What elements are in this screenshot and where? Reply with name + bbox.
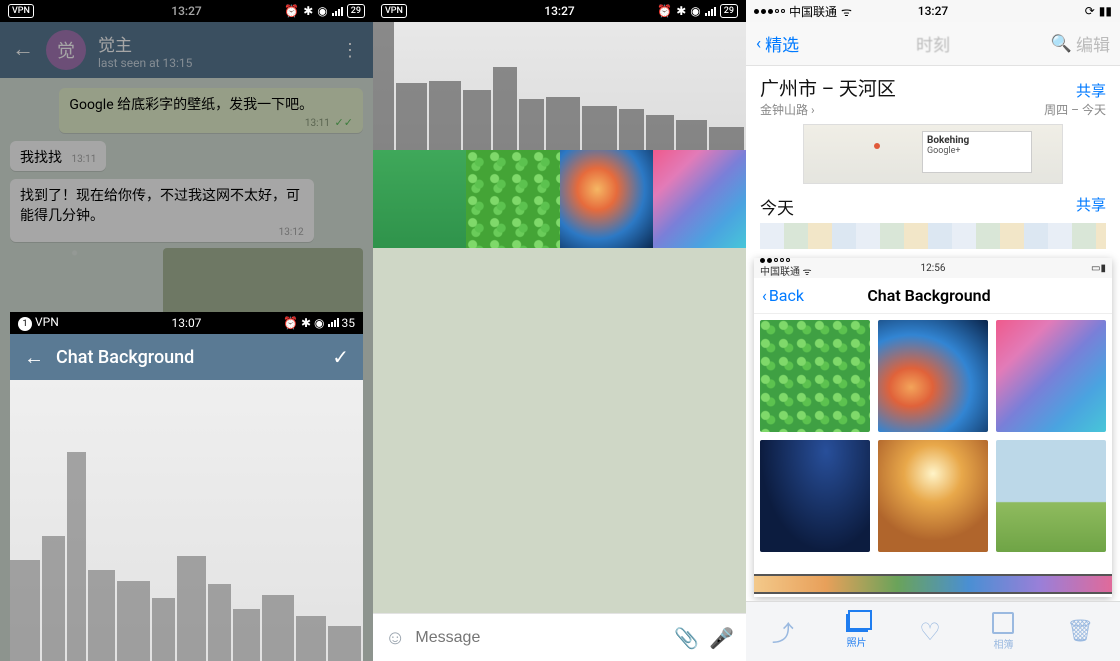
signal-icon bbox=[754, 9, 785, 14]
share-link[interactable]: 共享 bbox=[1044, 80, 1106, 101]
albums-icon bbox=[992, 612, 1014, 634]
confirm-icon[interactable]: ✓ bbox=[332, 345, 349, 369]
status-bar: VPN 13:27 ⏰ ✱ ◉ 29 bbox=[373, 0, 746, 22]
wifi-icon: ◉ bbox=[690, 4, 700, 18]
wallpaper-thumb-leaves[interactable] bbox=[466, 150, 559, 248]
message-input[interactable] bbox=[415, 629, 664, 647]
chat-empty-background bbox=[373, 248, 746, 613]
wallpaper-thumb-green[interactable] bbox=[373, 150, 466, 248]
moments-section-header: 广州市 – 天河区 金钟山路 › 共享 周四 – 今天 bbox=[746, 66, 1120, 124]
signal-icon bbox=[332, 6, 343, 16]
location-title: 广州市 – 天河区 bbox=[760, 74, 896, 101]
wallpaper-thumb-space[interactable] bbox=[878, 320, 988, 432]
emoji-icon[interactable]: ☺ bbox=[385, 625, 405, 650]
tab-albums[interactable]: 相簿 bbox=[992, 612, 1014, 651]
map-marker-icon bbox=[874, 143, 880, 149]
map-card-sub: Google+ bbox=[927, 146, 961, 156]
film-strip[interactable] bbox=[754, 574, 1112, 594]
battery-level: 29 bbox=[347, 4, 365, 18]
wallpaper-thumb-hills[interactable] bbox=[996, 440, 1106, 552]
wallpaper-thumb-autumn[interactable] bbox=[878, 440, 988, 552]
signal-icon bbox=[705, 6, 716, 16]
overlay-title: Chat Background bbox=[754, 286, 1104, 305]
tab-label: 照片 bbox=[847, 634, 867, 649]
bluetooth-icon: ✱ bbox=[676, 4, 686, 18]
back-icon[interactable]: ← bbox=[24, 345, 44, 370]
bottom-toolbar: ⤴︎ 照片 ♡ 相簿 🗑 bbox=[746, 601, 1120, 661]
wallpaper-thumb-leaves[interactable] bbox=[760, 320, 870, 432]
overlay-title: Chat Background bbox=[56, 347, 332, 368]
orientation-lock-icon: ⟳ bbox=[1085, 4, 1095, 18]
chat-background-overlay: 中国联通 ᯤ 12:56 ▭▮ ‹ Back Chat Background bbox=[754, 258, 1112, 597]
date-range: 周四 – 今天 bbox=[1044, 101, 1106, 118]
panel-wallpaper-grid: VPN 13:27 ⏰ ✱ ◉ 29 ☺ 📎 🎤 bbox=[373, 0, 746, 661]
status-bar: 中国联通 ᯤ 12:56 ▭▮ bbox=[754, 258, 1112, 278]
status-bar: 1 VPN 13:07 ⏰ ✱ ◉ 35 bbox=[10, 312, 363, 334]
location-subtitle: 金钟山路 bbox=[760, 103, 808, 117]
chat-background-overlay: 1 VPN 13:07 ⏰ ✱ ◉ 35 ← Chat Background ✓ bbox=[10, 312, 363, 661]
overlay-nav: ‹ Back Chat Background bbox=[754, 278, 1112, 314]
wallpaper-city[interactable] bbox=[373, 22, 746, 150]
message-input-bar: ☺ 📎 🎤 bbox=[373, 613, 746, 661]
alarm-icon: ⏰ bbox=[657, 4, 672, 18]
overlay-header: ← Chat Background ✓ bbox=[10, 334, 363, 380]
map-card: Bokehing Google+ bbox=[922, 131, 1032, 173]
panel-ios-photos: 中国联通 ᯤ 13:27 ⟳ ▮▮ ‹ 精选 时刻 🔍 编辑 广州市 – 天河区… bbox=[746, 0, 1120, 661]
wallpaper-thumb-poly[interactable] bbox=[653, 150, 746, 248]
wifi-icon: ᯤ bbox=[841, 3, 852, 20]
wallpaper-thumb-poly[interactable] bbox=[996, 320, 1106, 432]
trash-icon: 🗑 bbox=[1066, 619, 1094, 644]
alarm-icon: ⏰ bbox=[284, 4, 299, 18]
nav-bar: ‹ 精选 时刻 🔍 编辑 bbox=[746, 22, 1120, 66]
map-thumbnail[interactable]: Bokehing Google+ bbox=[803, 124, 1063, 184]
heart-icon: ♡ bbox=[919, 618, 941, 646]
wallpaper-preview[interactable] bbox=[10, 380, 363, 661]
tab-photos[interactable]: 照片 bbox=[846, 614, 868, 649]
photo-strip[interactable] bbox=[760, 223, 1106, 249]
map-card-title: Bokehing bbox=[927, 135, 969, 146]
wifi-icon: ◉ bbox=[317, 4, 327, 18]
status-bar: 中国联通 ᯤ 13:27 ⟳ ▮▮ bbox=[746, 0, 1120, 22]
wallpaper-thumb-space[interactable] bbox=[560, 150, 653, 248]
today-section-header: 今天 共享 bbox=[746, 184, 1120, 219]
vpn-badge: VPN bbox=[8, 4, 34, 18]
wallpaper-thumb-night[interactable] bbox=[760, 440, 870, 552]
share-button[interactable]: ⤴︎ bbox=[772, 616, 794, 648]
share-link[interactable]: 共享 bbox=[1076, 194, 1106, 219]
share-icon: ⤴︎ bbox=[772, 616, 794, 648]
wallpaper-grid bbox=[754, 314, 1112, 597]
battery-level: 29 bbox=[720, 4, 738, 18]
favorite-button[interactable]: ♡ bbox=[919, 618, 941, 646]
carrier-label: 中国联通 bbox=[789, 3, 837, 20]
wallpaper-row bbox=[373, 150, 746, 248]
today-label: 今天 bbox=[760, 194, 794, 219]
photos-icon bbox=[846, 614, 868, 632]
panel-telegram-chat: VPN 13:27 ⏰ ✱ ◉ 29 ← 觉 觉主 last seen at 1… bbox=[0, 0, 373, 661]
attach-icon[interactable]: 📎 bbox=[674, 626, 699, 650]
nav-title: 时刻 bbox=[746, 31, 1120, 56]
battery-icon: ▮▮ bbox=[1099, 4, 1112, 18]
status-time: 13:07 bbox=[10, 316, 363, 330]
vpn-badge: VPN bbox=[381, 4, 407, 18]
delete-button[interactable]: 🗑 bbox=[1066, 619, 1094, 644]
status-time: 12:56 bbox=[754, 263, 1112, 274]
bluetooth-icon: ✱ bbox=[303, 4, 313, 18]
chevron-right-icon: › bbox=[811, 103, 815, 117]
tab-label: 相簿 bbox=[993, 636, 1013, 651]
mic-icon[interactable]: 🎤 bbox=[709, 626, 734, 650]
